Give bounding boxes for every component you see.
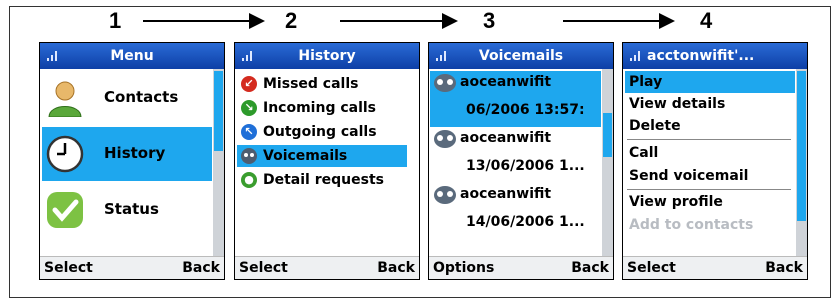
- signal-strength-icon: [630, 51, 644, 61]
- option-label: View details: [629, 96, 726, 112]
- missed-call-icon: ↙: [241, 76, 257, 92]
- voicemail-sender: aoceanwifit: [460, 74, 552, 90]
- voicemail-sender: aoceanwifit: [460, 130, 552, 146]
- option-send-voicemail[interactable]: Send voicemail: [625, 165, 795, 187]
- incoming-call-icon: ↘: [241, 100, 257, 116]
- option-label: Play: [629, 74, 663, 90]
- step-number-2: 2: [285, 8, 298, 33]
- phone-screen-history: History ↙ Missed calls ↘ Incoming calls …: [234, 42, 420, 280]
- outgoing-call-icon: ↖: [241, 124, 257, 140]
- screen-title: acctonwifit'...: [647, 48, 755, 64]
- phone-screen-voicemails: Voicemails aoceanwifit 06/2006 13:57: ao…: [428, 42, 614, 280]
- list-item-label: Detail requests: [263, 172, 384, 188]
- list-item-label: Voicemails: [263, 148, 348, 164]
- list-item-label: Outgoing calls: [263, 124, 377, 140]
- softkey-left-select[interactable]: Select: [627, 260, 676, 276]
- titlebar: Voicemails: [429, 43, 613, 69]
- option-label: Add to contacts: [629, 217, 754, 233]
- detail-request-icon: ●: [241, 172, 257, 188]
- voicemail-icon: [434, 186, 456, 204]
- history-list: ↙ Missed calls ↘ Incoming calls ↖ Outgoi…: [235, 69, 419, 257]
- scroll-thumb[interactable]: [214, 71, 223, 151]
- voicemail-item[interactable]: aoceanwifit 13/06/2006 1...: [430, 127, 601, 183]
- phone-screen-menu: Menu Contacts History Status Select Back: [39, 42, 225, 280]
- scrollbar[interactable]: [213, 69, 224, 257]
- arrow-icon: [340, 13, 458, 29]
- softkey-bar: Select Back: [235, 256, 419, 279]
- arrow-icon: [143, 13, 265, 29]
- phone-screen-voicemail-options: acctonwifit'... Play View details Delete…: [622, 42, 808, 280]
- screen-title: History: [298, 48, 356, 64]
- scrollbar[interactable]: [602, 69, 613, 257]
- menu-list: Contacts History Status: [40, 69, 224, 257]
- list-item-detail-requests[interactable]: ● Detail requests: [237, 169, 407, 191]
- scroll-thumb[interactable]: [603, 113, 612, 157]
- titlebar: History: [235, 43, 419, 69]
- softkey-right-back[interactable]: Back: [571, 260, 609, 276]
- list-item-voicemails[interactable]: Voicemails: [237, 145, 407, 167]
- divider: [627, 189, 791, 190]
- step-number-1: 1: [109, 8, 122, 33]
- menu-item-history[interactable]: History: [42, 127, 212, 181]
- menu-item-contacts[interactable]: Contacts: [42, 71, 212, 125]
- option-add-to-contacts: Add to contacts: [625, 214, 795, 236]
- list-item-outgoing-calls[interactable]: ↖ Outgoing calls: [237, 121, 407, 143]
- step-number-4: 4: [700, 8, 713, 33]
- voicemail-icon: [434, 74, 456, 92]
- menu-item-label: History: [104, 144, 166, 162]
- voicemail-date: 14/06/2006 1...: [466, 214, 585, 230]
- option-play[interactable]: Play: [625, 71, 795, 93]
- menu-item-label: Status: [104, 200, 159, 218]
- option-delete[interactable]: Delete: [625, 115, 795, 137]
- scroll-thumb[interactable]: [797, 71, 806, 221]
- menu-item-status[interactable]: Status: [42, 183, 212, 237]
- checkmark-status-icon: [47, 192, 83, 228]
- softkey-right-back[interactable]: Back: [377, 260, 415, 276]
- softkey-right-back[interactable]: Back: [765, 260, 803, 276]
- clock-icon: [46, 135, 84, 173]
- option-label: Delete: [629, 118, 681, 134]
- softkey-bar: Select Back: [40, 256, 224, 279]
- screen-title: Menu: [110, 48, 154, 64]
- voicemail-item[interactable]: aoceanwifit 14/06/2006 1...: [430, 183, 601, 239]
- option-label: Send voicemail: [629, 168, 749, 184]
- list-item-missed-calls[interactable]: ↙ Missed calls: [237, 73, 407, 95]
- list-item-label: Missed calls: [263, 76, 359, 92]
- divider: [627, 139, 791, 140]
- option-view-profile[interactable]: View profile: [625, 191, 795, 213]
- list-item-incoming-calls[interactable]: ↘ Incoming calls: [237, 97, 407, 119]
- softkey-left-select[interactable]: Select: [239, 260, 288, 276]
- option-call[interactable]: Call: [625, 142, 795, 164]
- softkey-right-back[interactable]: Back: [182, 260, 220, 276]
- screen-title: Voicemails: [478, 48, 564, 64]
- voicemail-date: 13/06/2006 1...: [466, 158, 585, 174]
- list-item-label: Incoming calls: [263, 100, 377, 116]
- voicemail-item[interactable]: aoceanwifit 06/2006 13:57:: [430, 71, 601, 127]
- option-view-details[interactable]: View details: [625, 93, 795, 115]
- voicemail-sender: aoceanwifit: [460, 186, 552, 202]
- arrow-icon: [563, 13, 675, 29]
- voicemail-icon: [434, 130, 456, 148]
- contact-person-icon: [48, 81, 82, 117]
- options-list: Play View details Delete Call Send voice…: [623, 69, 807, 257]
- menu-item-label: Contacts: [104, 88, 179, 106]
- softkey-left-select[interactable]: Select: [44, 260, 93, 276]
- titlebar: acctonwifit'...: [623, 43, 807, 69]
- voicemail-icon: [241, 148, 257, 164]
- option-label: Call: [629, 145, 659, 161]
- softkey-bar: Options Back: [429, 256, 613, 279]
- option-label: View profile: [629, 194, 723, 210]
- softkey-bar: Select Back: [623, 256, 807, 279]
- titlebar: Menu: [40, 43, 224, 69]
- voicemail-date: 06/2006 13:57:: [466, 102, 585, 118]
- scrollbar[interactable]: [796, 69, 807, 257]
- voicemail-list: aoceanwifit 06/2006 13:57: aoceanwifit 1…: [429, 69, 613, 257]
- step-number-3: 3: [483, 8, 496, 33]
- softkey-left-options[interactable]: Options: [433, 260, 494, 276]
